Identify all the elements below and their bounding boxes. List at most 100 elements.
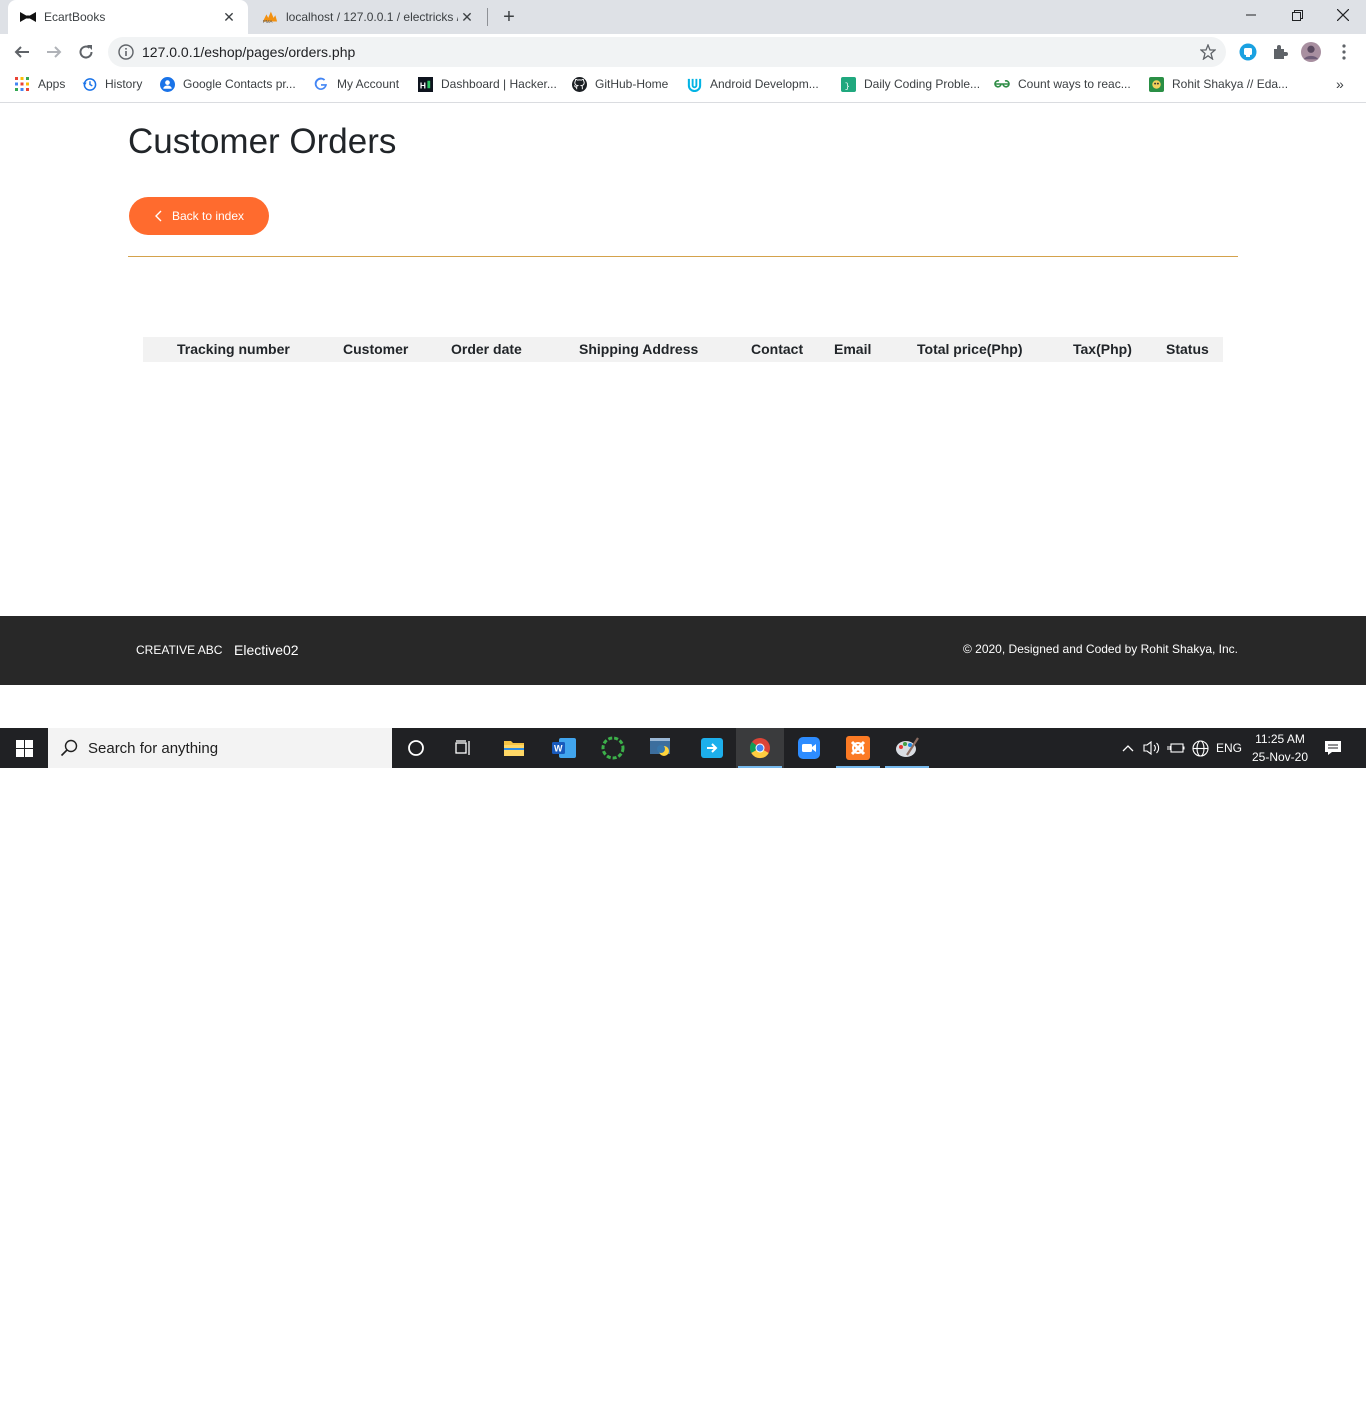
restore-button[interactable] <box>1274 0 1320 30</box>
footer-copyright: © 2020, Designed and Coded by Rohit Shak… <box>962 642 1238 656</box>
taskbar-clock[interactable]: 11:25 AM 25-Nov-20 <box>1246 730 1314 766</box>
volume-button[interactable] <box>1141 728 1163 768</box>
back-nav-button[interactable] <box>9 39 35 65</box>
bookmark-count-ways[interactable]: Count ways to reac... <box>994 70 1131 98</box>
bookmarks-overflow-button[interactable]: » <box>1336 70 1344 98</box>
dcp-icon: } <box>840 76 856 92</box>
bookmark-my-account[interactable]: My Account <box>313 70 399 98</box>
minimize-icon <box>1246 14 1256 16</box>
bookmark-history[interactable]: History <box>81 70 142 98</box>
taskbar-search-box[interactable]: Search for anything <box>48 728 392 768</box>
gfg-icon <box>994 76 1010 92</box>
bookmark-label: Dashboard | Hacker... <box>441 77 557 91</box>
arrow-left-icon <box>14 46 29 58</box>
network-button[interactable] <box>1189 728 1211 768</box>
send-arrow-icon <box>701 738 723 758</box>
hackerrank-icon: H <box>417 76 433 92</box>
column-header-customer: Customer <box>343 341 409 357</box>
tab-phpmyadmin[interactable]: PMA localhost / 127.0.0.1 / electricks /… <box>250 0 486 34</box>
minimize-button[interactable] <box>1228 0 1274 30</box>
address-bar[interactable] <box>108 37 1226 67</box>
bookmark-label: Android Developm... <box>710 77 819 91</box>
close-window-button[interactable] <box>1320 0 1366 30</box>
page-title: Customer Orders <box>128 122 397 161</box>
column-header-email: Email <box>834 341 872 357</box>
extension-button[interactable] <box>1238 42 1258 62</box>
orders-table-header: Tracking number Customer Order date Ship… <box>143 337 1223 362</box>
bookmark-label: Apps <box>38 77 66 91</box>
new-tab-button[interactable]: + <box>498 6 520 28</box>
back-to-index-button[interactable]: Back to index <box>129 197 269 235</box>
tab-separator <box>487 8 488 26</box>
tab-title: localhost / 127.0.0.1 / electricks / <box>286 10 458 24</box>
cortana-button[interactable] <box>392 728 440 768</box>
windows-logo-icon <box>15 739 33 757</box>
task-view-button[interactable] <box>440 728 488 768</box>
back-button-label: Back to index <box>171 209 245 223</box>
bookmark-hackerrank[interactable]: H Dashboard | Hacker... <box>417 70 557 98</box>
close-icon <box>1337 9 1349 21</box>
action-center-button[interactable] <box>1318 728 1348 768</box>
column-header-contact: Contact <box>751 341 804 357</box>
task-view-icon <box>455 740 470 755</box>
reload-icon <box>79 45 93 59</box>
clock-date: 25-Nov-20 <box>1251 750 1309 764</box>
clock-time: 11:25 AM <box>1255 732 1305 746</box>
taskbar-zoom[interactable] <box>785 728 833 768</box>
bookmark-star-icon[interactable] <box>1200 44 1216 60</box>
taskbar-chrome[interactable] <box>736 728 784 768</box>
folder-icon <box>504 741 524 756</box>
start-button[interactable] <box>0 728 48 768</box>
bookmark-label: Count ways to reac... <box>1018 77 1131 91</box>
bookmark-label: Rohit Shakya // Eda... <box>1172 77 1289 91</box>
reload-button[interactable] <box>73 39 99 65</box>
bookmark-google-contacts[interactable]: Google Contacts pr... <box>159 70 296 98</box>
bookmark-apps[interactable]: Apps <box>14 70 65 98</box>
google-icon <box>313 76 329 92</box>
tab-ecartbooks[interactable]: EcartBooks ✕ <box>8 0 248 34</box>
column-header-tax: Tax(Php) <box>1073 341 1132 357</box>
chevron-double-right-icon: » <box>1336 76 1344 92</box>
input-language-button[interactable]: ENG <box>1214 728 1244 768</box>
language-label: ENG <box>1215 741 1242 755</box>
zoom-camera-icon <box>798 737 820 759</box>
edabit-icon <box>1148 76 1164 92</box>
close-tab-icon[interactable]: ✕ <box>458 8 476 26</box>
column-header-order-date: Order date <box>451 341 522 357</box>
taskbar-python-app[interactable] <box>638 728 686 768</box>
browser-menu-button[interactable] <box>1334 42 1354 62</box>
contacts-icon <box>159 76 175 92</box>
show-hidden-icons-button[interactable] <box>1118 728 1138 768</box>
forward-nav-button[interactable] <box>41 39 67 65</box>
bookmark-edabit[interactable]: Rohit Shakya // Eda... <box>1148 70 1288 98</box>
xampp-icon <box>846 736 870 760</box>
column-header-tracking-number: Tracking number <box>177 341 290 357</box>
battery-button[interactable] <box>1165 728 1187 768</box>
taskbar-file-explorer[interactable] <box>490 728 538 768</box>
svg-text:PMA: PMA <box>263 19 273 24</box>
taskbar-send-app[interactable] <box>688 728 736 768</box>
extensions-menu-button[interactable] <box>1270 42 1290 62</box>
paint-palette-icon <box>896 737 919 757</box>
bookmark-github[interactable]: GitHub-Home <box>571 70 668 98</box>
bookmarks-bar: Apps History Google Contacts pr... My Ac… <box>0 70 1366 103</box>
bookmark-android-development[interactable]: Android Developm... <box>686 70 819 98</box>
search-icon <box>60 739 78 757</box>
active-indicator <box>738 766 782 768</box>
close-tab-icon[interactable]: ✕ <box>220 8 238 26</box>
taskbar-paint[interactable] <box>883 728 931 768</box>
cortana-circle-icon <box>408 740 424 756</box>
taskbar-xampp[interactable] <box>834 728 882 768</box>
taskbar-spinner-app[interactable] <box>589 728 637 768</box>
taskbar-word[interactable]: W <box>540 728 588 768</box>
info-icon[interactable] <box>118 44 134 60</box>
history-icon <box>81 76 97 92</box>
column-header-shipping-address: Shipping Address <box>579 341 699 357</box>
bookmark-daily-coding-problem[interactable]: } Daily Coding Proble... <box>840 70 980 98</box>
search-placeholder: Search for anything <box>88 739 219 757</box>
bookmark-label: Daily Coding Proble... <box>864 77 981 91</box>
bowtie-icon <box>20 9 36 25</box>
url-input[interactable] <box>142 37 1142 67</box>
udacity-icon <box>686 76 702 92</box>
profile-avatar[interactable] <box>1301 42 1321 62</box>
